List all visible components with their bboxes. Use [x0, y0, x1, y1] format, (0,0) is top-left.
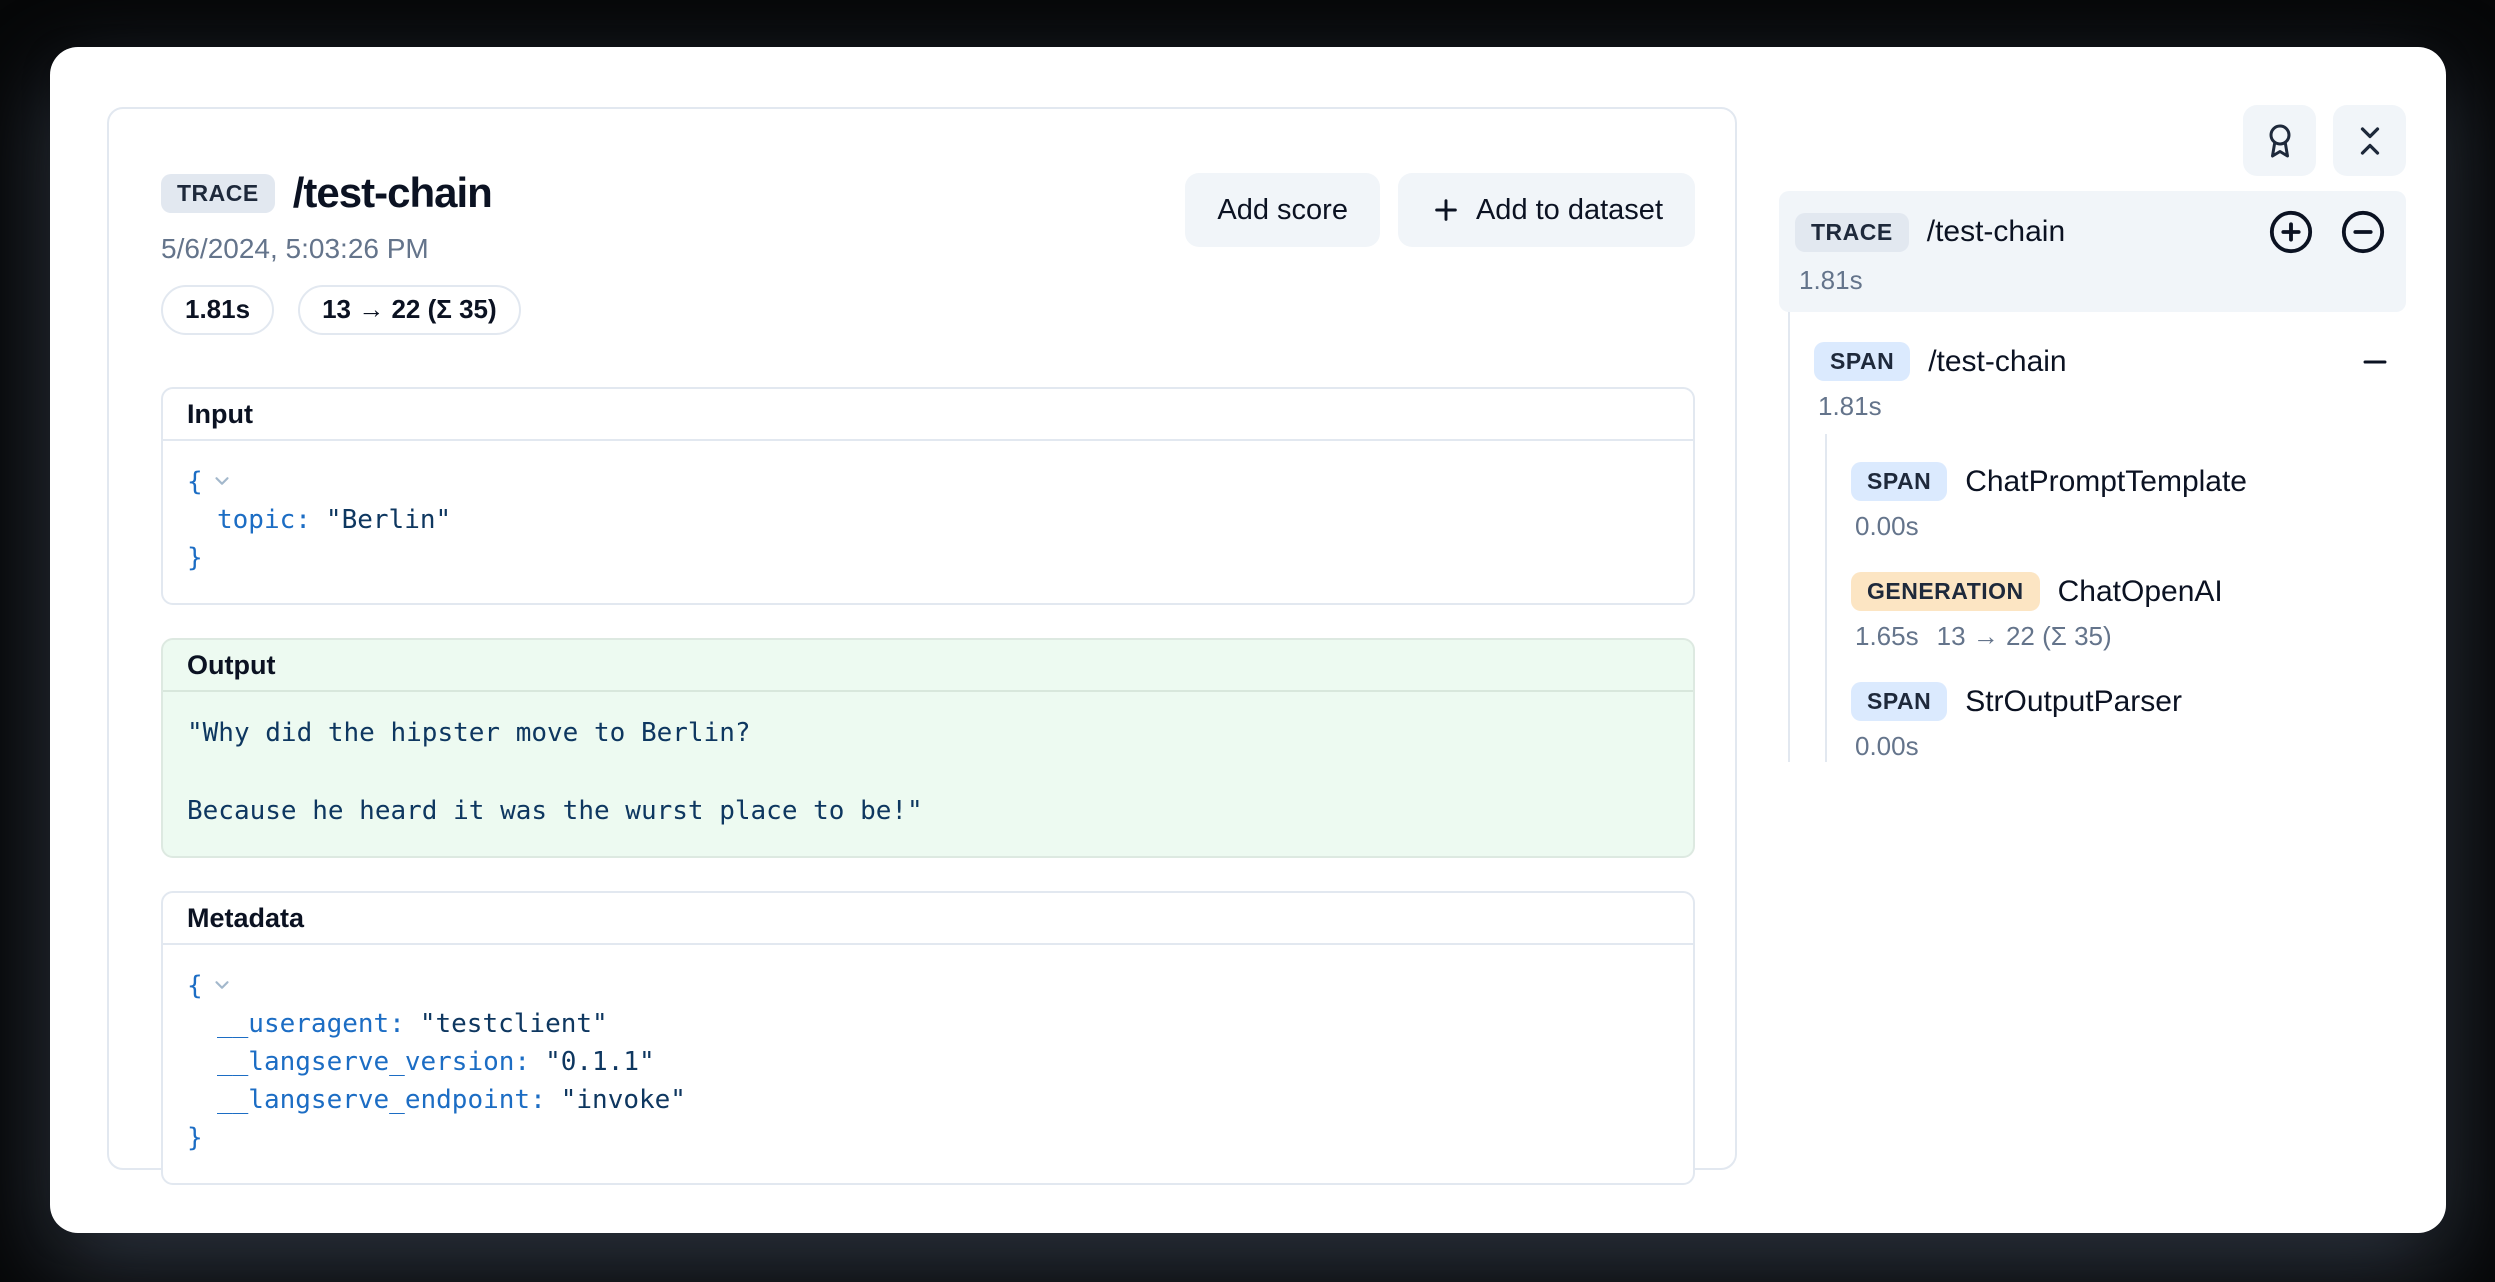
minus-icon: [2358, 345, 2392, 379]
input-panel: Input { topic: "Berlin" }: [161, 387, 1695, 605]
metadata-panel: Metadata { __useragent: "testclient" __la…: [161, 891, 1695, 1185]
json-value: "0.1.1": [545, 1047, 655, 1077]
tree-node-duration: 1.81s: [1814, 391, 2406, 422]
output-panel-body: "Why did the hipster move to Berlin? Bec…: [163, 692, 1693, 856]
page-title: /test-chain: [293, 169, 492, 217]
span-type-badge: SPAN: [1851, 462, 1947, 501]
add-to-dataset-label: Add to dataset: [1476, 194, 1663, 227]
trace-detail-card: TRACE /test-chain 5/6/2024, 5:03:26 PM 1…: [107, 107, 1737, 1170]
circle-minus-icon: [2340, 209, 2386, 255]
collapse-panel-button[interactable]: [2333, 105, 2406, 176]
expand-all-button[interactable]: [2268, 209, 2314, 255]
json-key: topic:: [217, 505, 311, 535]
tree-node-stroutputparser[interactable]: SPAN StrOutputParser 0.00s: [1851, 682, 2406, 762]
add-to-dataset-button[interactable]: Add to dataset: [1398, 173, 1695, 247]
json-value: "invoke": [561, 1085, 686, 1115]
tree-node-chatprompttemplate[interactable]: SPAN ChatPromptTemplate 0.00s: [1851, 462, 2406, 542]
tree-node-name: ChatPromptTemplate: [1965, 465, 2247, 499]
chevron-down-icon[interactable]: [211, 470, 233, 492]
span-type-badge: SPAN: [1851, 682, 1947, 721]
app-window: TRACE /test-chain 5/6/2024, 5:03:26 PM 1…: [50, 47, 2446, 1233]
tree-node-name: /test-chain: [1927, 215, 2065, 249]
collapse-all-button[interactable]: [2340, 209, 2386, 255]
tree-node-tokens: 13 → 22 (Σ 35): [1937, 621, 2112, 652]
trace-type-badge: TRACE: [161, 174, 275, 213]
output-panel-title: Output: [163, 640, 1693, 692]
chevron-down-icon[interactable]: [211, 974, 233, 996]
add-score-label: Add score: [1217, 194, 1348, 227]
tree-node-duration: 0.00s: [1851, 731, 2406, 762]
json-key: __langserve_endpoint:: [217, 1085, 546, 1115]
latency-pill: 1.81s: [161, 285, 274, 335]
generation-type-badge: GENERATION: [1851, 572, 2040, 611]
tree-node-duration: 1.81s: [1795, 265, 2390, 296]
json-open-brace: {: [187, 971, 203, 1001]
json-key: __useragent:: [217, 1009, 405, 1039]
collapse-node-button[interactable]: [2358, 345, 2392, 379]
plus-icon: [1430, 194, 1462, 226]
json-close-brace: }: [187, 1123, 203, 1153]
tree-node-duration: 0.00s: [1851, 511, 2406, 542]
token-usage-pill: 13 → 22 (Σ 35): [298, 285, 521, 335]
tree-node-trace[interactable]: TRACE /test-chain 1.81s: [1779, 191, 2406, 312]
output-text-line: "Why did the hipster move to Berlin?: [187, 714, 1669, 752]
desktop-background: { "header": { "type_badge": "TRACE", "ti…: [0, 0, 2495, 1282]
metadata-panel-title: Metadata: [163, 893, 1693, 945]
tree-node-span-root[interactable]: SPAN /test-chain 1.81s SPAN Ch: [1814, 342, 2406, 762]
output-text-line: Because he heard it was the wurst place …: [187, 792, 1669, 830]
span-type-badge: SPAN: [1814, 342, 1910, 381]
trace-tree-sidebar: TRACE /test-chain 1.81s: [1779, 105, 2406, 762]
json-open-brace: {: [187, 467, 203, 497]
metadata-panel-body: { __useragent: "testclient" __langserve_v…: [163, 945, 1693, 1183]
sidebar-toolbar: [1779, 105, 2406, 176]
input-panel-body: { topic: "Berlin" }: [163, 441, 1693, 603]
json-value: "testclient": [420, 1009, 608, 1039]
trace-timestamp: 5/6/2024, 5:03:26 PM: [161, 233, 521, 265]
add-score-button[interactable]: Add score: [1185, 173, 1380, 247]
chevrons-collapse-icon: [2352, 123, 2388, 159]
award-icon: [2262, 123, 2298, 159]
annotate-button[interactable]: [2243, 105, 2316, 176]
tree-node-name: /test-chain: [1928, 345, 2066, 379]
trace-type-badge: TRACE: [1795, 213, 1909, 252]
input-panel-title: Input: [163, 389, 1693, 441]
json-close-brace: }: [187, 543, 203, 573]
json-key: __langserve_version:: [217, 1047, 530, 1077]
tree-node-name: StrOutputParser: [1965, 685, 2182, 719]
tree-node-duration: 1.65s: [1855, 621, 1919, 652]
trace-header: TRACE /test-chain 5/6/2024, 5:03:26 PM 1…: [161, 169, 1695, 335]
circle-plus-icon: [2268, 209, 2314, 255]
observation-tree: TRACE /test-chain 1.81s: [1779, 191, 2406, 762]
output-panel: Output "Why did the hipster move to Berl…: [161, 638, 1695, 858]
trace-header-left: TRACE /test-chain 5/6/2024, 5:03:26 PM 1…: [161, 169, 521, 335]
tree-node-name: ChatOpenAI: [2058, 575, 2223, 609]
tree-node-chatopenai[interactable]: GENERATION ChatOpenAI 1.65s 13 → 22 (Σ 3…: [1851, 572, 2406, 652]
json-value: "Berlin": [326, 505, 451, 535]
